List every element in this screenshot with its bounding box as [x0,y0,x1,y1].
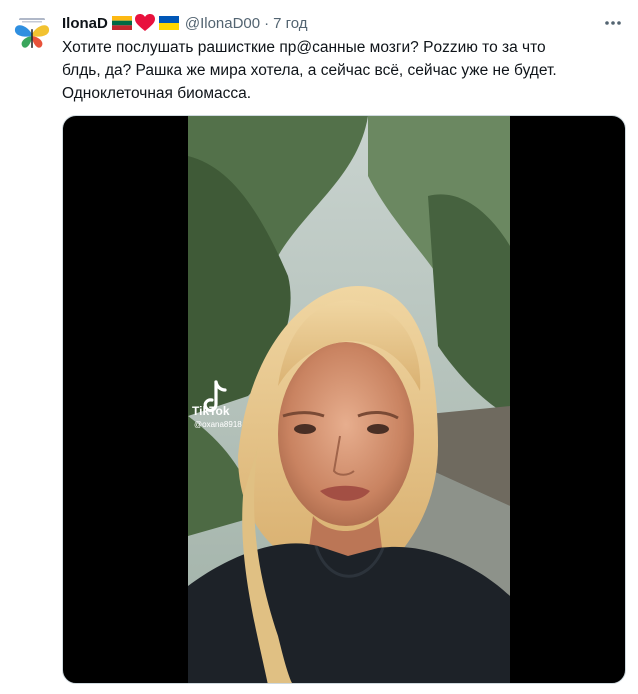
avatar[interactable] [12,14,52,54]
video-player[interactable]: TikTok @oxana8918 [62,115,626,684]
video-frame[interactable]: TikTok @oxana8918 [188,116,510,683]
user-handle[interactable]: @IlonaD00 [185,15,260,32]
tiktok-watermark-app: TikTok [192,404,230,418]
separator-dot: · [264,14,270,32]
red-heart-icon [134,14,155,31]
tweet-header: IlonaD @IlonaD00 · 7 год [62,12,308,34]
more-options-button[interactable] [600,10,626,36]
display-name[interactable]: IlonaD [62,15,108,32]
tiktok-watermark-user: @oxana8918 [194,420,242,429]
timestamp[interactable]: 7 год [273,15,307,32]
ukraine-flag-icon [158,16,179,30]
more-dots-icon [605,21,621,25]
butterfly-logo-icon [14,18,50,48]
tweet-text: Хотите послушать рашисткие пр@санные моз… [62,39,557,102]
tweet[interactable]: IlonaD @IlonaD00 · 7 год Хотите послушат… [0,0,638,694]
lithuania-flag-icon [111,16,132,30]
video-thumbnail: TikTok @oxana8918 [188,116,510,683]
